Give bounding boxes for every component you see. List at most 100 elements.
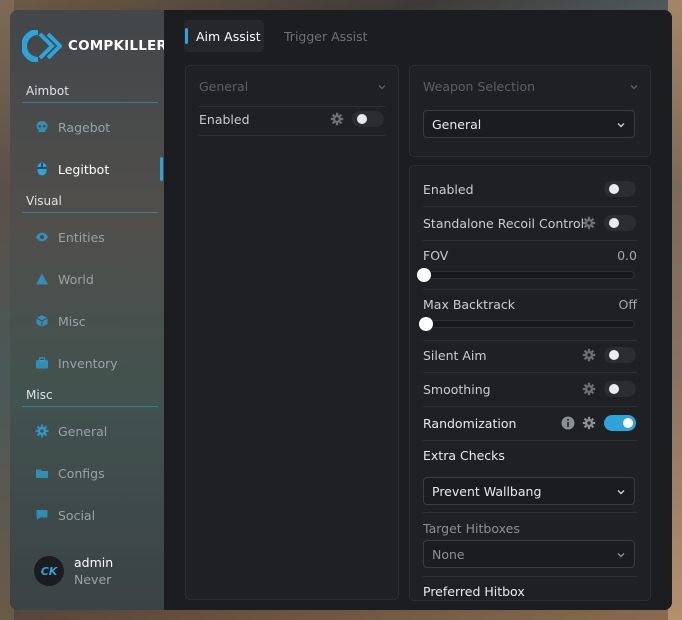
toggle-knob [609, 350, 619, 360]
gear-icon[interactable] [582, 382, 596, 396]
enabled-toggle[interactable] [352, 111, 384, 127]
panel-header: Weapon Selection [423, 79, 536, 94]
divider [423, 240, 637, 241]
sidebar-item-label: Configs [58, 465, 105, 481]
target-hitboxes-select[interactable]: None [423, 540, 635, 568]
sidebar-item-label: Misc [58, 313, 86, 329]
randomization-toggle[interactable] [604, 415, 636, 431]
backtrack-slider-handle[interactable] [419, 317, 433, 331]
toggle-knob [623, 418, 633, 428]
section-label-visual: Visual [26, 194, 62, 208]
toggle-knob [609, 218, 619, 228]
weapon-selection-panel: Weapon Selection General [409, 65, 651, 157]
brand-name: COMPKILLER [68, 38, 168, 54]
divider [423, 512, 637, 513]
panel-header: General [199, 79, 249, 94]
select-value: General [432, 116, 482, 132]
general-panel: General Enabled [185, 65, 399, 600]
gear-icon[interactable] [582, 216, 596, 230]
sidebar: COMPKILLER Aimbot Ragebot Legitbot Visua… [10, 10, 168, 610]
skull-icon [34, 119, 50, 135]
sidebar-item-inventory[interactable]: Inventory [34, 352, 164, 374]
avatar: CK [34, 556, 64, 586]
sidebar-item-entities[interactable]: Entities [34, 226, 164, 248]
chevron-down-icon[interactable] [377, 82, 387, 92]
select-value: Prevent Wallbang [432, 483, 542, 499]
recoil-control-toggle[interactable] [604, 215, 636, 231]
user-profile[interactable]: CK admin Never [34, 554, 113, 588]
sidebar-item-label: World [58, 271, 94, 287]
sidebar-item-misc[interactable]: Misc [34, 310, 164, 332]
smoothing-label: Smoothing [423, 382, 491, 397]
mouse-icon [34, 161, 50, 177]
sidebar-item-label: Ragebot [58, 119, 111, 135]
sidebar-item-label: Inventory [58, 355, 118, 371]
divider [423, 206, 637, 207]
recoil-control-label: Standalone Recoil Control [423, 216, 585, 231]
sidebar-item-legitbot[interactable]: Legitbot [34, 158, 164, 180]
sidebar-item-label: Entities [58, 229, 105, 245]
section-label-misc: Misc [26, 388, 53, 402]
backtrack-slider-track[interactable] [423, 320, 635, 328]
weapon-select[interactable]: General [423, 110, 635, 138]
fov-slider-track[interactable] [423, 271, 635, 279]
sidebar-item-label: Social [58, 507, 96, 523]
fov-value: 0.0 [617, 248, 637, 263]
chevron-down-icon [617, 553, 625, 558]
avatar-initials: CK [41, 565, 59, 578]
smoothing-toggle[interactable] [604, 381, 636, 397]
divider [423, 289, 637, 290]
triangle-icon [34, 271, 50, 287]
tab-aim-assist[interactable]: Aim Assist [184, 20, 264, 52]
fov-slider-handle[interactable] [417, 268, 431, 282]
sidebar-item-configs[interactable]: Configs [34, 462, 164, 484]
chevron-down-icon [617, 490, 625, 495]
user-info: admin Never [74, 554, 113, 588]
briefcase-icon [34, 355, 50, 371]
target-hitboxes-label: Target Hitboxes [423, 521, 520, 536]
randomization-label: Randomization [423, 416, 517, 431]
enabled-label: Enabled [423, 182, 474, 197]
tab-trigger-assist[interactable]: Trigger Assist [284, 20, 368, 52]
enabled-toggle[interactable] [604, 181, 636, 197]
divider [423, 372, 637, 373]
preferred-hitbox-label: Preferred Hitbox [423, 584, 525, 599]
sidebar-item-general[interactable]: General [34, 420, 164, 442]
sidebar-item-label: General [58, 423, 108, 439]
silent-aim-label: Silent Aim [423, 348, 487, 363]
chevron-down-icon[interactable] [629, 82, 639, 92]
divider [423, 440, 637, 441]
section-divider [22, 212, 158, 213]
logo-mark-icon [21, 29, 63, 63]
sidebar-item-social[interactable]: Social [34, 504, 164, 526]
sidebar-item-world[interactable]: World [34, 268, 164, 290]
divider [423, 340, 637, 341]
backtrack-label: Max Backtrack [423, 297, 515, 312]
logo: COMPKILLER [21, 29, 168, 63]
user-name: admin [74, 555, 114, 570]
silent-aim-toggle[interactable] [604, 347, 636, 363]
extra-checks-select[interactable]: Prevent Wallbang [423, 477, 635, 505]
sidebar-item-ragebot[interactable]: Ragebot [34, 116, 164, 138]
cube-icon [34, 313, 50, 329]
info-icon[interactable] [561, 416, 575, 430]
tab-active-indicator [185, 28, 188, 44]
section-divider [22, 102, 158, 103]
gear-icon [34, 423, 50, 439]
settings-panel: Enabled Standalone Recoil Control FOV 0.… [409, 165, 651, 601]
gear-icon[interactable] [582, 348, 596, 362]
active-indicator [160, 157, 163, 181]
tab-label: Aim Assist [196, 28, 261, 44]
extra-checks-label: Extra Checks [423, 448, 505, 463]
divider [423, 576, 637, 577]
chat-icon [34, 507, 50, 523]
section-label-aimbot: Aimbot [26, 84, 69, 98]
user-subscription: Never [74, 572, 112, 587]
gear-icon[interactable] [330, 112, 344, 126]
app-window: COMPKILLER Aimbot Ragebot Legitbot Visua… [10, 10, 672, 610]
main-content: Aim Assist Trigger Assist General Enable… [164, 10, 672, 610]
eye-icon [34, 229, 50, 245]
fov-label: FOV [423, 248, 449, 263]
gear-icon[interactable] [582, 416, 596, 430]
divider [199, 106, 385, 107]
